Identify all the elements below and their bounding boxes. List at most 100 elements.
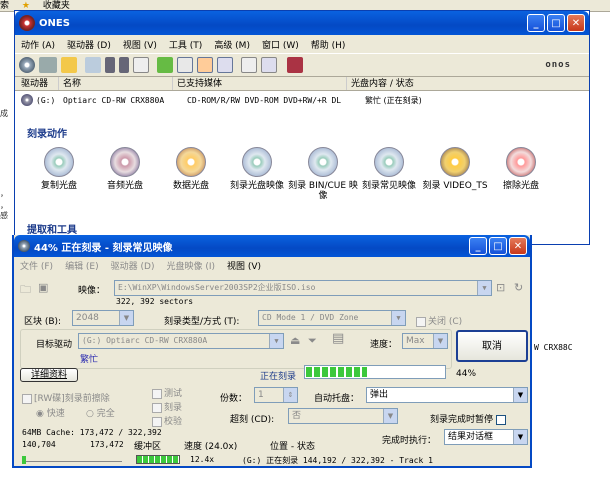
action-burn-bincue[interactable]: 刻录 BIN/CUE 映像 <box>288 147 358 201</box>
menu-window[interactable]: 窗口 (W) <box>256 38 305 51</box>
action-copy-disc[interactable]: 复制光盘 <box>24 147 94 191</box>
col-drive[interactable]: 驱动器 <box>15 77 59 90</box>
col-name[interactable]: 名称 <box>59 77 173 90</box>
burn-menu-view[interactable]: 视图 (V) <box>221 259 267 272</box>
minimize-button[interactable]: _ <box>527 14 545 32</box>
details-icon[interactable] <box>217 57 233 73</box>
log-icon[interactable] <box>241 57 257 73</box>
chevron-down-icon[interactable]: ▼ <box>513 430 527 444</box>
folder-icon[interactable] <box>61 57 77 73</box>
copies-spinner[interactable]: 1 ⇕ <box>254 387 298 403</box>
quick-label: 快速 <box>46 409 65 419</box>
col-media[interactable]: 已支持媒体 <box>173 77 347 90</box>
refresh-icon[interactable]: ↻ <box>514 281 523 294</box>
grid-icon[interactable] <box>197 57 213 73</box>
chevron-down-icon[interactable]: ▼ <box>433 334 447 348</box>
action-burn-video-ts[interactable]: 刻录 VIDEO_TS <box>420 147 490 191</box>
chevron-down-icon[interactable]: ▼ <box>391 311 405 325</box>
finish-value: 结果对话框 <box>448 432 494 442</box>
options-icon[interactable] <box>133 57 149 73</box>
auto-tray-value: 弹出 <box>370 390 389 400</box>
burn-menu-edit[interactable]: 编辑 (E) <box>59 259 105 272</box>
buffer-slider[interactable] <box>22 456 122 464</box>
chevron-down-icon[interactable]: ▼ <box>383 409 397 423</box>
burn-menu-file[interactable]: 文件 (F) <box>14 259 59 272</box>
burn-menu-drive[interactable]: 驱动器 (D) <box>105 259 161 272</box>
pause-checkbox[interactable]: 刻录完成时暂停 <box>430 412 508 425</box>
burn-maximize-button[interactable]: □ <box>489 237 507 255</box>
cancel-button[interactable]: 取消 <box>456 330 528 362</box>
close-checkbox[interactable]: 关闭 (C) <box>416 314 462 327</box>
copy-disc-icon <box>44 147 74 177</box>
checkbox-icon <box>22 393 32 404</box>
open-folder-icon[interactable]: 🗀 <box>20 281 31 300</box>
chevron-down-icon[interactable]: ▼ <box>477 281 491 295</box>
menu-help[interactable]: 帮助 (H) <box>305 38 352 51</box>
rw-erase-checkbox[interactable]: [RW碟]刻录前擦除 <box>22 391 110 404</box>
details-button[interactable]: 详细资料 <box>20 368 78 382</box>
image-path-field[interactable]: E:\WinXP\WindowsServer2003SP2企业版ISO.iso ▼ <box>114 280 492 296</box>
burn-checkbox[interactable]: 刻录 <box>152 400 182 413</box>
finish-select[interactable]: 结果对话框 ▼ <box>444 429 528 445</box>
chevron-down-icon[interactable]: ▼ <box>119 311 133 325</box>
verify-checkbox[interactable]: 校验 <box>152 414 182 427</box>
burn-titlebar[interactable]: 44% 正在刻录 - 刻录常见映像 _ □ ✕ <box>14 235 530 257</box>
chevron-down-icon[interactable]: ▼ <box>513 388 527 402</box>
notes-icon[interactable] <box>261 57 277 73</box>
action-burn-common-label: 刻录常见映像 <box>361 181 416 191</box>
block-select[interactable]: 2048 ▼ <box>72 310 134 326</box>
eject-icon[interactable] <box>39 57 57 73</box>
speed-select[interactable]: Max ▼ <box>402 333 448 349</box>
ones-titlebar[interactable]: ONES _ □ ✕ <box>15 11 589 35</box>
spinner-icon[interactable]: ⇕ <box>283 388 297 402</box>
col-status[interactable]: 光盘内容 / 状态 <box>347 77 589 90</box>
menu-drive[interactable]: 驱动器 (D) <box>61 38 117 51</box>
drive-letter: (G:) <box>36 95 56 105</box>
list-icon[interactable] <box>177 57 193 73</box>
test-checkbox[interactable]: 测试 <box>152 386 182 399</box>
menu-view[interactable]: 视图 (V) <box>117 38 163 51</box>
action-burn-video-ts-label: 刻录 VIDEO_TS <box>422 181 488 191</box>
bg-item: 索 <box>0 1 10 11</box>
disc-icon[interactable] <box>19 57 35 73</box>
browse-icon[interactable]: ⊡ <box>496 281 505 294</box>
action-burn-common-image[interactable]: 刻录常见映像 <box>354 147 424 191</box>
verify-label: 校验 <box>164 417 183 427</box>
checkbox-icon <box>152 388 162 399</box>
full-radio[interactable]: ○ 完全 <box>86 406 115 419</box>
type-select[interactable]: CD Mode 1 / DVD Zone ▼ <box>258 310 406 326</box>
help-book-icon[interactable] <box>287 57 303 73</box>
load-tray-icon[interactable] <box>119 57 129 73</box>
menu-action[interactable]: 动作 (A) <box>15 38 61 51</box>
load-icon[interactable]: ⏷ <box>308 334 317 348</box>
slider-thumb[interactable] <box>22 456 26 464</box>
action-erase-disc[interactable]: 擦除光盘 <box>486 147 556 191</box>
save-icon[interactable]: ▣ <box>38 281 48 294</box>
burn-close-button[interactable]: ✕ <box>509 237 527 255</box>
menu-tools[interactable]: 工具 (T) <box>163 38 208 51</box>
action-burn-image[interactable]: 刻录光盘映像 <box>222 147 292 191</box>
drive-row[interactable]: (G:) Optiarc CD-RW CRX880A CD-ROM/R/RW D… <box>15 91 589 109</box>
menu-advanced[interactable]: 高级 (M) <box>208 38 256 51</box>
chevron-down-icon[interactable]: ▼ <box>269 334 283 348</box>
overburn-select[interactable]: 否 ▼ <box>288 408 398 424</box>
action-data-disc[interactable]: 数据光盘 <box>156 147 226 191</box>
checkbox-icon <box>152 402 162 413</box>
burn-minimize-button[interactable]: _ <box>469 237 487 255</box>
action-audio-disc[interactable]: 音频光盘 <box>90 147 160 191</box>
auto-tray-select[interactable]: 弹出 ▼ <box>366 387 528 403</box>
check-icon[interactable] <box>157 57 173 73</box>
eject-tray-icon[interactable] <box>105 57 115 73</box>
maximize-button[interactable]: □ <box>547 14 565 32</box>
data-disc-icon <box>176 147 206 177</box>
clipboard-icon[interactable] <box>85 57 101 73</box>
position-status: (G:) 正在刻录 144,192 / 322,392 - Track 1 <box>242 456 433 465</box>
burn-menu-image[interactable]: 光盘映像 (I) <box>160 259 221 272</box>
target-drive-select[interactable]: (G:) Optiarc CD-RW CRX880A ▼ <box>78 333 284 349</box>
buffer-label: 缓冲区 <box>134 442 162 452</box>
action-erase-disc-label: 擦除光盘 <box>502 181 539 191</box>
drive-info-icon[interactable]: ▤ <box>332 331 344 346</box>
eject-icon[interactable]: ⏏ <box>290 334 300 347</box>
close-button[interactable]: ✕ <box>567 14 585 32</box>
quick-radio[interactable]: ◉ 快速 <box>36 406 65 419</box>
